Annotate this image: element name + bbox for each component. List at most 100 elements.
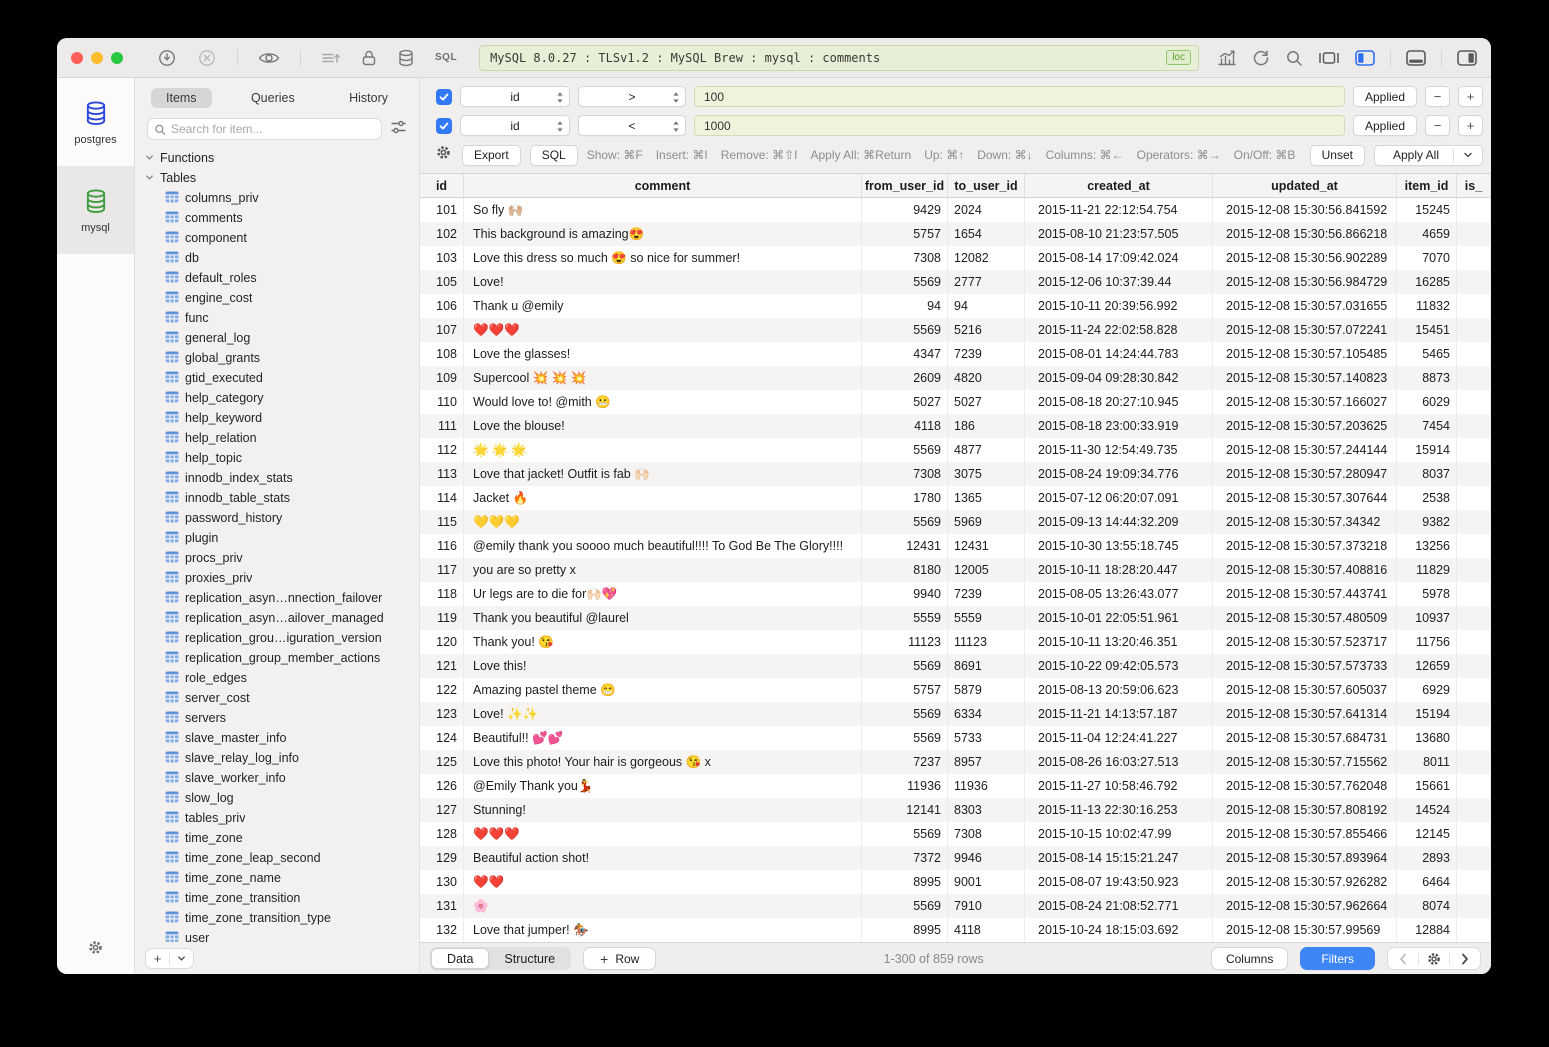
cell-updated_at[interactable]: 2015-12-08 15:30:57.523717 — [1213, 630, 1397, 654]
cell-is_[interactable] — [1457, 414, 1491, 438]
table-row[interactable]: 120Thank you! 😘11123111232015-10-11 13:2… — [420, 630, 1491, 654]
filters-button[interactable]: Filters — [1300, 947, 1375, 970]
cell-id[interactable]: 132 — [420, 918, 464, 942]
table-row[interactable]: 116@emily thank you soooo much beautiful… — [420, 534, 1491, 558]
cell-created_at[interactable]: 2015-10-11 18:28:20.447 — [1025, 558, 1213, 582]
cell-to_user_id[interactable]: 5733 — [948, 726, 1025, 750]
sidebar-table-item[interactable]: slave_worker_info — [145, 768, 419, 788]
cell-item_id[interactable]: 8074 — [1397, 894, 1457, 918]
cell-comment[interactable]: Beautiful action shot! — [464, 846, 862, 870]
cell-is_[interactable] — [1457, 198, 1491, 222]
cell-comment[interactable]: ❤️❤️ — [464, 870, 862, 894]
cell-item_id[interactable]: 6464 — [1397, 870, 1457, 894]
cell-comment[interactable]: @Emily Thank you💃 — [464, 774, 862, 798]
table-row[interactable]: 130❤️❤️899590012015-08-07 19:43:50.92320… — [420, 870, 1491, 894]
cell-to_user_id[interactable]: 11123 — [948, 630, 1025, 654]
cell-updated_at[interactable]: 2015-12-08 15:30:57.715562 — [1213, 750, 1397, 774]
cell-from_user_id[interactable]: 4347 — [862, 342, 948, 366]
cell-comment[interactable]: you are so pretty x — [464, 558, 862, 582]
cell-created_at[interactable]: 2015-11-04 12:24:41.227 — [1025, 726, 1213, 750]
sidebar-table-item[interactable]: user — [145, 928, 419, 942]
cell-to_user_id[interactable]: 11936 — [948, 774, 1025, 798]
filter-value-input[interactable] — [694, 86, 1345, 107]
cell-comment[interactable]: Love this! — [464, 654, 862, 678]
cell-updated_at[interactable]: 2015-12-08 15:30:57.373218 — [1213, 534, 1397, 558]
tab-structure[interactable]: Structure — [489, 948, 570, 969]
cell-id[interactable]: 108 — [420, 342, 464, 366]
table-row[interactable]: 113Love that jacket! Outfit is fab 🙌🏻730… — [420, 462, 1491, 486]
table-row[interactable]: 123Love! ✨✨556963342015-11-21 14:13:57.1… — [420, 702, 1491, 726]
cell-created_at[interactable]: 2015-08-10 21:23:57.505 — [1025, 222, 1213, 246]
sidebar-table-item[interactable]: replication_asyn…nnection_failover — [145, 588, 419, 608]
cell-comment[interactable]: Love this dress so much 😍 so nice for su… — [464, 246, 862, 270]
cell-updated_at[interactable]: 2015-12-08 15:30:57.762048 — [1213, 774, 1397, 798]
cell-to_user_id[interactable]: 5216 — [948, 318, 1025, 342]
cell-item_id[interactable]: 15245 — [1397, 198, 1457, 222]
cell-created_at[interactable]: 2015-08-18 23:00:33.919 — [1025, 414, 1213, 438]
cell-is_[interactable] — [1457, 750, 1491, 774]
cell-from_user_id[interactable]: 5757 — [862, 678, 948, 702]
cell-created_at[interactable]: 2015-10-22 09:42:05.573 — [1025, 654, 1213, 678]
table-row[interactable]: 129Beautiful action shot!737299462015-08… — [420, 846, 1491, 870]
cell-from_user_id[interactable]: 5569 — [862, 438, 948, 462]
cell-from_user_id[interactable]: 5569 — [862, 270, 948, 294]
cell-comment[interactable]: Love that jumper! 🏇 — [464, 918, 862, 942]
cell-is_[interactable] — [1457, 366, 1491, 390]
cell-comment[interactable]: Supercool 💥 💥 💥 — [464, 366, 862, 390]
cell-to_user_id[interactable]: 186 — [948, 414, 1025, 438]
cell-to_user_id[interactable]: 7910 — [948, 894, 1025, 918]
cell-item_id[interactable]: 16285 — [1397, 270, 1457, 294]
connection-mysql[interactable]: mysql — [57, 166, 134, 254]
cell-from_user_id[interactable]: 8995 — [862, 870, 948, 894]
cell-from_user_id[interactable]: 7237 — [862, 750, 948, 774]
cell-created_at[interactable]: 2015-08-01 14:24:44.783 — [1025, 342, 1213, 366]
sidebar-table-item[interactable]: innodb_table_stats — [145, 488, 419, 508]
sidebar-table-item[interactable]: time_zone_leap_second — [145, 848, 419, 868]
cell-from_user_id[interactable]: 7372 — [862, 846, 948, 870]
cell-is_[interactable] — [1457, 630, 1491, 654]
cell-id[interactable]: 116 — [420, 534, 464, 558]
cell-item_id[interactable]: 7070 — [1397, 246, 1457, 270]
cell-is_[interactable] — [1457, 558, 1491, 582]
cell-is_[interactable] — [1457, 606, 1491, 630]
cell-is_[interactable] — [1457, 822, 1491, 846]
table-row[interactable]: 106Thank u @emily94942015-10-11 20:39:56… — [420, 294, 1491, 318]
cell-item_id[interactable]: 2893 — [1397, 846, 1457, 870]
remove-filter-button[interactable]: − — [1425, 115, 1450, 136]
cell-from_user_id[interactable]: 5569 — [862, 894, 948, 918]
cell-is_[interactable] — [1457, 726, 1491, 750]
cell-to_user_id[interactable]: 8303 — [948, 798, 1025, 822]
add-item-button[interactable]: + — [146, 949, 169, 968]
cell-is_[interactable] — [1457, 678, 1491, 702]
cell-id[interactable]: 111 — [420, 414, 464, 438]
sidebar-table-item[interactable]: replication_grou…iguration_version — [145, 628, 419, 648]
table-row[interactable]: 115💛💛💛556959692015-09-13 14:44:32.209201… — [420, 510, 1491, 534]
filter-operator-select[interactable]: < — [578, 115, 686, 136]
cell-item_id[interactable]: 6029 — [1397, 390, 1457, 414]
cell-id[interactable]: 123 — [420, 702, 464, 726]
cell-from_user_id[interactable]: 8995 — [862, 918, 948, 942]
cell-is_[interactable] — [1457, 582, 1491, 606]
sidebar-table-item[interactable]: func — [145, 308, 419, 328]
cell-id[interactable]: 101 — [420, 198, 464, 222]
cell-item_id[interactable]: 15661 — [1397, 774, 1457, 798]
cell-comment[interactable]: Thank you! 😘 — [464, 630, 862, 654]
cell-comment[interactable]: 🌸 — [464, 894, 862, 918]
next-page-button[interactable] — [1450, 948, 1480, 969]
toggle-right-panel-icon[interactable] — [1457, 50, 1477, 66]
table-row[interactable]: 117you are so pretty x8180120052015-10-1… — [420, 558, 1491, 582]
cell-from_user_id[interactable]: 9940 — [862, 582, 948, 606]
table-row[interactable]: 114Jacket 🔥178013652015-07-12 06:20:07.0… — [420, 486, 1491, 510]
table-row[interactable]: 110Would love to! @mith 😬502750272015-08… — [420, 390, 1491, 414]
cell-from_user_id[interactable]: 11936 — [862, 774, 948, 798]
columns-button[interactable]: Columns — [1211, 947, 1288, 970]
cell-from_user_id[interactable]: 5569 — [862, 702, 948, 726]
cell-comment[interactable]: Amazing pastel theme 😁 — [464, 678, 862, 702]
cell-item_id[interactable]: 13680 — [1397, 726, 1457, 750]
cell-created_at[interactable]: 2015-11-13 22:30:16.253 — [1025, 798, 1213, 822]
cell-id[interactable]: 118 — [420, 582, 464, 606]
sql-button[interactable]: SQL — [530, 145, 578, 166]
cell-created_at[interactable]: 2015-12-06 10:37:39.44 — [1025, 270, 1213, 294]
filter-enabled-checkbox[interactable] — [436, 89, 452, 105]
cell-to_user_id[interactable]: 5559 — [948, 606, 1025, 630]
